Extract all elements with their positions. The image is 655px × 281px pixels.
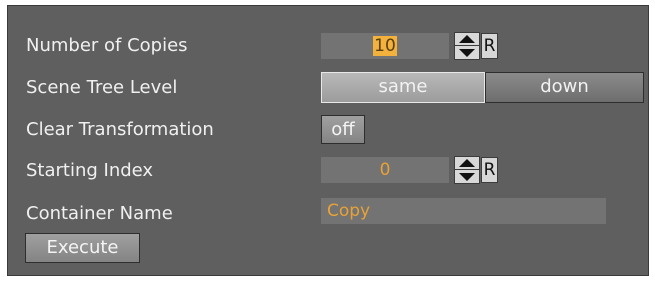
execute-button[interactable]: Execute [25,233,140,263]
copy-tool-panel: Number of Copies 10 R Scene Tree Level s… [7,5,649,276]
starting-index-reset-button[interactable]: R [481,157,498,183]
increment-arrow-icon[interactable] [455,157,479,170]
starting-index-field[interactable]: 0 [321,157,449,183]
decrement-arrow-icon[interactable] [455,46,479,59]
scene-tree-down-option[interactable]: down [485,72,644,103]
number-of-copies-spinner[interactable] [454,32,480,60]
scene-tree-level-label: Scene Tree Level [26,77,178,98]
number-of-copies-label: Number of Copies [26,35,188,56]
clear-transformation-toggle[interactable]: off [321,115,365,144]
number-of-copies-field[interactable]: 10 [321,33,449,59]
clear-transformation-label: Clear Transformation [26,119,214,140]
container-name-label: Container Name [26,203,173,224]
number-of-copies-value: 10 [373,36,397,56]
starting-index-spinner[interactable] [454,156,480,184]
scene-tree-same-option[interactable]: same [321,72,485,103]
number-of-copies-reset-button[interactable]: R [481,33,498,59]
increment-arrow-icon[interactable] [455,33,479,46]
container-name-field[interactable]: Copy [321,198,606,224]
decrement-arrow-icon[interactable] [455,170,479,183]
starting-index-label: Starting Index [26,160,154,181]
